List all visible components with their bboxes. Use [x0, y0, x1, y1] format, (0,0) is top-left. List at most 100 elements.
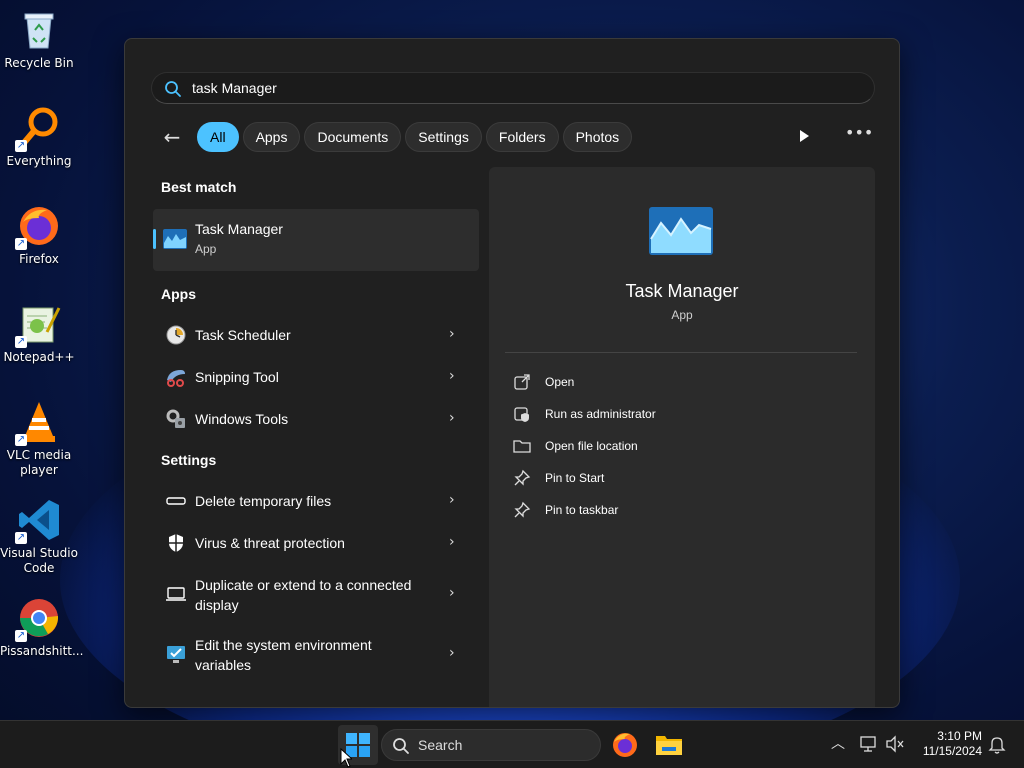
action-label: Open file location: [545, 439, 638, 453]
desktop-icon-everything[interactable]: ↗ Everything: [0, 106, 78, 169]
app-result-windows-tools[interactable]: Windows Tools ›: [153, 399, 479, 439]
action-label: Run as administrator: [545, 407, 656, 421]
filter-documents[interactable]: Documents: [304, 122, 402, 152]
filter-photos[interactable]: Photos: [562, 122, 633, 152]
task-manager-large-icon: [649, 207, 713, 255]
app-result-label: Windows Tools: [195, 411, 289, 427]
taskbar-search[interactable]: Search: [381, 729, 601, 761]
desktop-icon-label: VLC media player: [6, 448, 72, 477]
chevron-right-icon[interactable]: ›: [449, 585, 461, 601]
filter-apps[interactable]: Apps: [242, 122, 301, 152]
chevron-up-icon[interactable]: ︿: [827, 733, 849, 755]
chevron-right-icon[interactable]: ›: [449, 368, 461, 384]
action-open-file-location[interactable]: Open file location: [513, 434, 853, 458]
desktop-icon-recycle-bin[interactable]: Recycle Bin: [0, 8, 78, 71]
app-result-snipping-tool[interactable]: Snipping Tool ›: [153, 357, 479, 397]
back-arrow-icon[interactable]: ←: [157, 122, 187, 152]
search-input[interactable]: [192, 77, 852, 99]
chevron-right-icon[interactable]: ›: [449, 534, 461, 550]
setting-result-label: Edit the system environment variables: [195, 637, 372, 673]
search-icon: [164, 80, 182, 98]
shield-icon: [165, 532, 187, 554]
chevron-right-icon[interactable]: ›: [449, 492, 461, 508]
desktop-icon-label: Notepad++: [3, 350, 75, 364]
shortcut-arrow-icon: ↗: [15, 434, 27, 446]
shortcut-arrow-icon: ↗: [15, 336, 27, 348]
action-label: Pin to taskbar: [545, 503, 619, 517]
search-box[interactable]: [151, 72, 875, 104]
chevron-right-icon[interactable]: ›: [449, 645, 461, 661]
preview-title: Task Manager: [625, 281, 739, 301]
action-run-as-administrator[interactable]: Run as administrator: [513, 402, 853, 426]
best-match-subtitle: App: [195, 242, 217, 256]
filter-settings[interactable]: Settings: [405, 122, 482, 152]
notification-bell-icon[interactable]: [986, 733, 1008, 755]
taskbar: Search ︿ 3:10 PM 11/15/2024: [0, 720, 1024, 768]
setting-result-delete-temporary-files[interactable]: Delete temporary files ›: [153, 481, 479, 521]
desktop-icon-notepad-plus-plus[interactable]: ↗ Notepad++: [0, 302, 78, 365]
setting-result-virus-threat-protection[interactable]: Virus & threat protection ›: [153, 523, 479, 563]
apps-heading: Apps: [161, 286, 196, 302]
shortcut-arrow-icon: ↗: [15, 238, 27, 250]
best-match-title: Task Manager: [195, 221, 283, 237]
setting-result-label: Delete temporary files: [195, 493, 332, 509]
admin-shield-icon: [513, 405, 531, 423]
display-icon: [165, 583, 187, 605]
selection-accent: [153, 229, 156, 249]
vscode-icon: ↗: [15, 498, 61, 544]
start-search-panel: ← All Apps Documents Settings Folders Ph…: [124, 38, 900, 708]
app-result-task-scheduler[interactable]: Task Scheduler ›: [153, 315, 479, 355]
storage-icon: [165, 490, 187, 512]
chevron-right-icon[interactable]: ›: [449, 410, 461, 426]
firefox-icon: ↗: [15, 204, 61, 250]
taskbar-search-label: Search: [418, 737, 463, 753]
windows-tools-icon: [165, 408, 187, 430]
pin-icon: [513, 469, 531, 487]
desktop-icon-label: Firefox: [19, 252, 59, 266]
desktop-icon-label: Pissandshitt...: [0, 644, 84, 658]
action-open[interactable]: Open: [513, 370, 853, 394]
notepad-plus-plus-icon: ↗: [15, 302, 61, 348]
taskbar-file-explorer[interactable]: [653, 729, 685, 761]
filter-bar: ← All Apps Documents Settings Folders Ph…: [157, 121, 636, 153]
desktop-icon-label: Recycle Bin: [4, 56, 74, 70]
desktop-icon-chrome[interactable]: ↗ Pissandshitt...: [0, 596, 84, 659]
filter-all[interactable]: All: [197, 122, 239, 152]
desktop-icon-label: Visual Studio Code: [0, 546, 78, 575]
setting-result-duplicate-display[interactable]: Duplicate or extend to a connected displ…: [153, 569, 479, 619]
shortcut-arrow-icon: ↗: [15, 140, 27, 152]
preview-subtitle: App: [671, 308, 693, 322]
shortcut-arrow-icon: ↗: [15, 630, 27, 642]
snipping-tool-icon: [165, 366, 187, 388]
file-explorer-icon: [656, 736, 682, 755]
setting-result-environment-variables[interactable]: Edit the system environment variables ›: [153, 629, 479, 679]
recycle-bin-icon: [17, 8, 61, 52]
network-icon[interactable]: [858, 733, 880, 755]
more-options-icon[interactable]: •••: [845, 125, 873, 147]
volume-muted-icon[interactable]: [884, 733, 906, 755]
chrome-icon: ↗: [15, 596, 61, 642]
app-result-label: Snipping Tool: [195, 369, 279, 385]
mouse-cursor-icon: [340, 747, 354, 768]
folder-icon: [513, 437, 531, 455]
action-label: Pin to Start: [545, 471, 605, 485]
filter-folders[interactable]: Folders: [485, 122, 559, 152]
chevron-right-icon[interactable]: ›: [449, 326, 461, 342]
vlc-icon: ↗: [15, 400, 61, 446]
app-result-label: Task Scheduler: [195, 327, 291, 343]
best-match-task-manager[interactable]: Task Manager App: [153, 209, 479, 271]
desktop-icon-firefox[interactable]: ↗ Firefox: [0, 204, 78, 267]
settings-heading: Settings: [161, 452, 217, 468]
clock[interactable]: 3:10 PM 11/15/2024: [912, 729, 982, 759]
desktop-icon-label: Everything: [6, 154, 72, 168]
desktop-icon-vscode[interactable]: ↗ Visual Studio Code: [0, 498, 78, 576]
play-icon[interactable]: [793, 125, 815, 147]
taskbar-firefox[interactable]: [609, 729, 641, 761]
setting-result-label: Duplicate or extend to a connected displ…: [195, 577, 412, 613]
action-pin-to-taskbar[interactable]: Pin to taskbar: [513, 498, 853, 522]
action-label: Open: [545, 375, 575, 389]
action-pin-to-start[interactable]: Pin to Start: [513, 466, 853, 490]
shortcut-arrow-icon: ↗: [15, 532, 27, 544]
desktop-icon-vlc[interactable]: ↗ VLC media player: [0, 400, 78, 478]
preview-divider: [505, 352, 857, 353]
